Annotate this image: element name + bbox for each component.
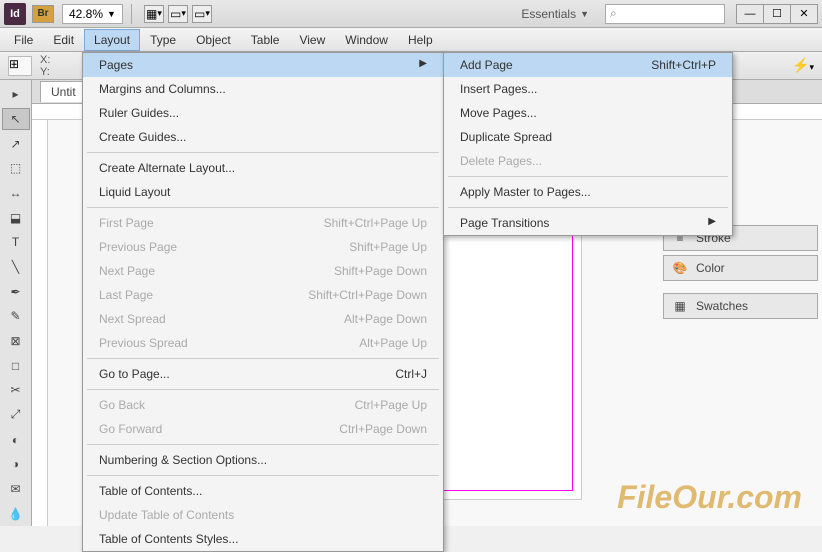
pages-submenu-item-delete-pages-: Delete Pages... xyxy=(444,149,732,173)
pencil-tool[interactable]: ✎ xyxy=(2,305,30,328)
lightning-icon[interactable]: ⚡▾ xyxy=(792,57,814,74)
gap-tool[interactable]: ↔ xyxy=(2,182,30,205)
layout-menu-item-margins-and-columns-[interactable]: Margins and Columns... xyxy=(83,77,443,101)
reference-point-icon[interactable]: ⊞ xyxy=(8,56,32,76)
layout-menu-item-numbering-section-options-[interactable]: Numbering & Section Options... xyxy=(83,448,443,472)
collapse-icon[interactable]: ▸ xyxy=(2,83,30,106)
search-input[interactable]: ⌕ xyxy=(605,4,725,24)
layout-dropdown-menu: Pages▶Margins and Columns...Ruler Guides… xyxy=(82,52,444,552)
layout-menu-item-first-page: First PageShift+Ctrl+Page Up xyxy=(83,211,443,235)
toolbox: ▸ ↖ ↗ ⬚ ↔ ⬓ T ╲ ✒ ✎ ⊠ □ ✂ ⤢ ◐ ◑ ✉ 💧 xyxy=(0,80,32,526)
layout-menu-item-next-page: Next PageShift+Page Down xyxy=(83,259,443,283)
pages-submenu: Add PageShift+Ctrl+PInsert Pages...Move … xyxy=(443,52,733,236)
screen-mode-icon[interactable]: ▭▾ xyxy=(168,5,188,23)
pen-tool[interactable]: ✒ xyxy=(2,280,30,303)
layout-menu-item-last-page: Last PageShift+Ctrl+Page Down xyxy=(83,283,443,307)
free-transform-tool[interactable]: ⤢ xyxy=(2,404,30,427)
menubar: File Edit Layout Type Object Table View … xyxy=(0,28,822,52)
layout-menu-item-liquid-layout[interactable]: Liquid Layout xyxy=(83,180,443,204)
pages-submenu-item-add-page[interactable]: Add PageShift+Ctrl+P xyxy=(444,53,732,77)
layout-menu-item-table-of-contents-styles-[interactable]: Table of Contents Styles... xyxy=(83,527,443,551)
layout-menu-item-update-table-of-contents: Update Table of Contents xyxy=(83,503,443,527)
menu-type[interactable]: Type xyxy=(140,29,186,51)
note-tool[interactable]: ✉ xyxy=(2,478,30,501)
workspace-switcher[interactable]: Essentials▼ xyxy=(513,5,597,23)
layout-menu-item-ruler-guides-[interactable]: Ruler Guides... xyxy=(83,101,443,125)
menu-table[interactable]: Table xyxy=(241,29,290,51)
menu-window[interactable]: Window xyxy=(335,29,398,51)
y-coordinate-label: Y: xyxy=(40,66,50,78)
line-tool[interactable]: ╲ xyxy=(2,256,30,279)
menu-layout[interactable]: Layout xyxy=(84,29,140,51)
vertical-ruler[interactable] xyxy=(32,120,48,526)
minimize-button[interactable]: — xyxy=(736,4,764,24)
gradient-swatch-tool[interactable]: ◐ xyxy=(2,428,30,451)
layout-menu-item-create-alternate-layout-[interactable]: Create Alternate Layout... xyxy=(83,156,443,180)
layout-menu-item-table-of-contents-[interactable]: Table of Contents... xyxy=(83,479,443,503)
layout-menu-item-next-spread: Next SpreadAlt+Page Down xyxy=(83,307,443,331)
document-tab[interactable]: Untit xyxy=(40,81,87,102)
scissors-tool[interactable]: ✂ xyxy=(2,379,30,402)
menu-file[interactable]: File xyxy=(4,29,43,51)
layout-menu-item-create-guides-[interactable]: Create Guides... xyxy=(83,125,443,149)
layout-menu-item-go-to-page-[interactable]: Go to Page...Ctrl+J xyxy=(83,362,443,386)
gradient-feather-tool[interactable]: ◑ xyxy=(2,453,30,476)
page-tool[interactable]: ⬚ xyxy=(2,157,30,180)
direct-selection-tool[interactable]: ↗ xyxy=(2,132,30,155)
pages-submenu-item-page-transitions[interactable]: Page Transitions▶ xyxy=(444,211,732,235)
menu-view[interactable]: View xyxy=(289,29,335,51)
selection-tool[interactable]: ↖ xyxy=(2,108,30,131)
arrange-icon[interactable]: ▭▾ xyxy=(192,5,212,23)
content-collector-tool[interactable]: ⬓ xyxy=(2,206,30,229)
pages-submenu-item-insert-pages-[interactable]: Insert Pages... xyxy=(444,77,732,101)
bridge-badge[interactable]: Br xyxy=(32,5,54,23)
layout-menu-item-previous-spread: Previous SpreadAlt+Page Up xyxy=(83,331,443,355)
swatches-icon: ▦ xyxy=(672,298,688,314)
zoom-dropdown[interactable]: 42.8%▼ xyxy=(62,4,123,24)
rectangle-tool[interactable]: □ xyxy=(2,354,30,377)
menu-object[interactable]: Object xyxy=(186,29,241,51)
pages-submenu-item-duplicate-spread[interactable]: Duplicate Spread xyxy=(444,125,732,149)
eyedropper-tool[interactable]: 💧 xyxy=(2,502,30,525)
close-button[interactable]: ✕ xyxy=(790,4,818,24)
view-options-icon[interactable]: ▦▾ xyxy=(144,5,164,23)
color-icon: 🎨 xyxy=(672,260,688,276)
menu-edit[interactable]: Edit xyxy=(43,29,84,51)
right-panels: ≡Stroke 🎨Color ▦Swatches xyxy=(663,225,818,323)
x-coordinate-label: X: xyxy=(40,54,50,66)
layout-menu-item-previous-page: Previous PageShift+Page Up xyxy=(83,235,443,259)
pages-submenu-item-apply-master-to-pages-[interactable]: Apply Master to Pages... xyxy=(444,180,732,204)
pages-submenu-item-move-pages-[interactable]: Move Pages... xyxy=(444,101,732,125)
menu-help[interactable]: Help xyxy=(398,29,443,51)
app-logo: Id xyxy=(4,3,26,25)
swatches-panel[interactable]: ▦Swatches xyxy=(663,293,818,319)
rectangle-frame-tool[interactable]: ⊠ xyxy=(2,330,30,353)
titlebar: Id Br 42.8%▼ ▦▾ ▭▾ ▭▾ Essentials▼ ⌕ — ☐ … xyxy=(0,0,822,28)
layout-menu-item-pages[interactable]: Pages▶ xyxy=(83,53,443,77)
layout-menu-item-go-forward: Go ForwardCtrl+Page Down xyxy=(83,417,443,441)
layout-menu-item-go-back: Go BackCtrl+Page Up xyxy=(83,393,443,417)
maximize-button[interactable]: ☐ xyxy=(763,4,791,24)
color-panel[interactable]: 🎨Color xyxy=(663,255,818,281)
type-tool[interactable]: T xyxy=(2,231,30,254)
